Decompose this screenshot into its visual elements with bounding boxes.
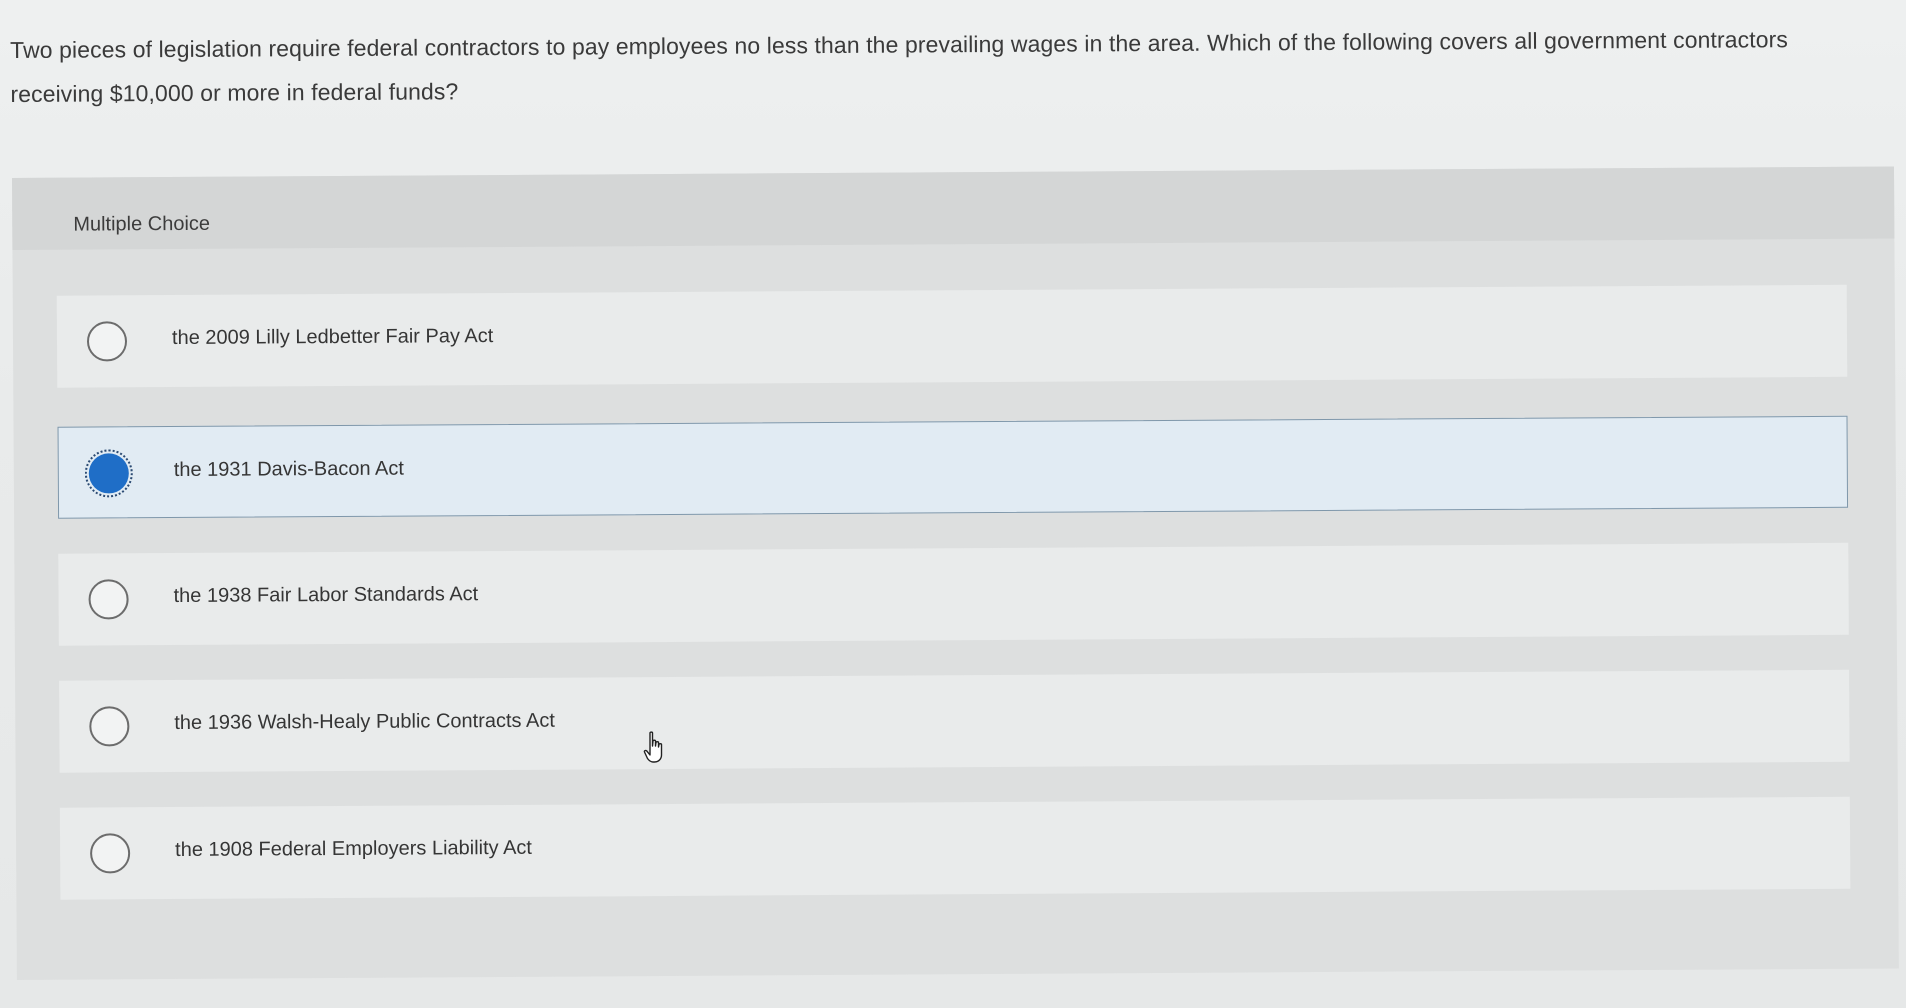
multiple-choice-label: Multiple Choice	[73, 212, 211, 236]
radio-button[interactable]	[86, 321, 128, 362]
choice-option-1[interactable]: the 2009 Lilly Ledbetter Fair Pay Act	[56, 284, 1848, 388]
choice-option-3[interactable]: the 1938 Fair Labor Standards Act	[58, 542, 1849, 646]
choice-label: the 1931 Davis-Bacon Act	[173, 457, 404, 482]
multiple-choice-header: Multiple Choice	[12, 166, 1895, 250]
radio-button[interactable]	[90, 833, 131, 874]
radio-button-selected[interactable]	[84, 449, 133, 498]
choice-label: the 2009 Lilly Ledbetter Fair Pay Act	[171, 325, 494, 350]
hand-pointer-icon	[643, 731, 663, 763]
choice-label: the 1938 Fair Labor Standards Act	[173, 583, 479, 608]
choice-option-4[interactable]: the 1936 Walsh-Healy Public Contracts Ac…	[59, 669, 1850, 773]
multiple-choice-panel: Multiple Choice the 2009 Lilly Ledbetter…	[12, 166, 1899, 980]
radio-button[interactable]	[88, 579, 129, 620]
choice-label: the 1936 Walsh-Healy Public Contracts Ac…	[174, 709, 555, 735]
choice-option-2[interactable]: the 1931 Davis-Bacon Act	[57, 415, 1849, 519]
choice-option-5[interactable]: the 1908 Federal Employers Liability Act	[59, 796, 1851, 900]
question-text: Two pieces of legislation require federa…	[10, 26, 1789, 107]
radio-button[interactable]	[89, 706, 130, 747]
choice-label: the 1908 Federal Employers Liability Act	[175, 836, 533, 862]
